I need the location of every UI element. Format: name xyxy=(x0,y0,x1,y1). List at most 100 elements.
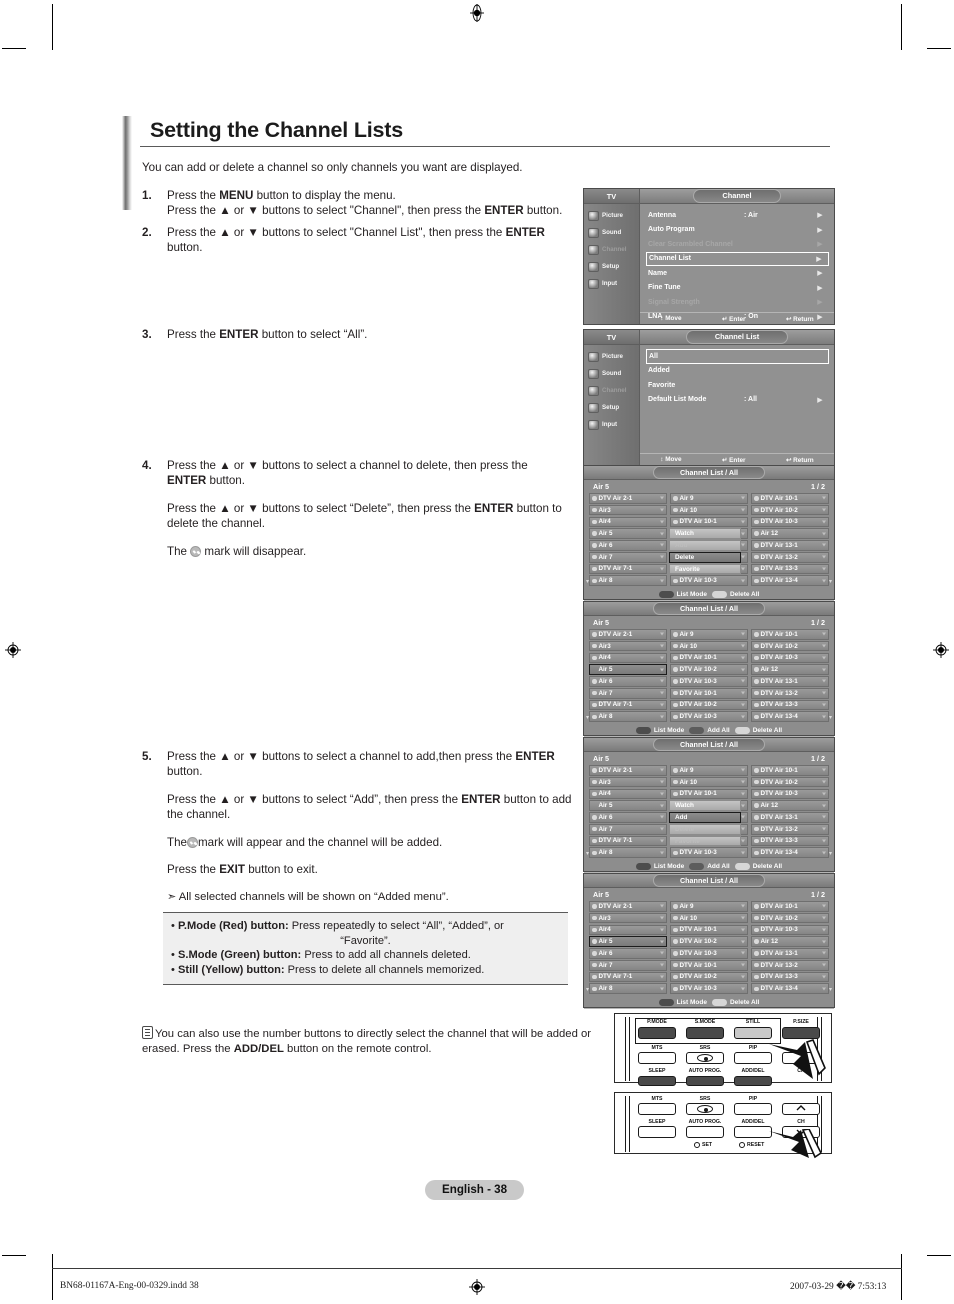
color-button-list-mode[interactable]: List Mode xyxy=(635,863,684,870)
osd-sidebar-item-input[interactable]: Input xyxy=(584,416,639,433)
channel-cell[interactable]: DTV Air 10-2 xyxy=(670,936,748,947)
scroll-down-icon-left[interactable]: ▾ xyxy=(586,578,589,585)
osd-menu-row[interactable]: Added xyxy=(646,364,829,379)
channel-cell[interactable]: Air 12 xyxy=(751,936,829,947)
osd-sidebar-item-sound[interactable]: Sound xyxy=(584,224,639,241)
scroll-down-icon-right[interactable]: ▾ xyxy=(829,850,832,857)
channel-cell[interactable]: Air 7 xyxy=(589,959,667,971)
channel-cell[interactable]: DTV Air 13-1 xyxy=(751,948,829,959)
channel-cell[interactable]: DTV Air 13-4 xyxy=(751,711,829,723)
osd-menu-row[interactable]: Favorite xyxy=(646,378,829,393)
channel-cell[interactable]: DTV Air 10-1 xyxy=(670,652,748,664)
popup-item-add[interactable]: Add xyxy=(669,540,741,551)
remote-button-ch-up[interactable] xyxy=(782,1103,820,1115)
channel-cell[interactable]: Air 6 xyxy=(589,812,667,823)
popup-item-watch[interactable]: Watch xyxy=(669,800,741,811)
channel-cell[interactable]: DTV Air 10-3 xyxy=(751,924,829,936)
channel-cell[interactable]: Air 10 xyxy=(670,912,748,924)
channel-cell[interactable]: Air4 xyxy=(589,652,667,664)
channel-cell[interactable]: DTV Air 10-1 xyxy=(670,516,748,528)
channel-cell[interactable]: Air 7 xyxy=(589,687,667,699)
channel-cell[interactable]: DTV Air 13-4 xyxy=(751,983,829,995)
remote-button-mts[interactable] xyxy=(638,1103,676,1115)
channel-cell[interactable]: DTV Air 10-3 xyxy=(751,516,829,528)
channel-cell[interactable]: DTV Air 10-1 xyxy=(670,687,748,699)
color-button-delete-all[interactable]: Delete All xyxy=(734,727,782,734)
channel-cell[interactable]: Air3 xyxy=(589,776,667,788)
channel-cell[interactable]: DTV Air 13-4 xyxy=(751,847,829,859)
color-button-add-all[interactable]: Add All xyxy=(689,863,730,870)
channel-cell[interactable]: Air 7 xyxy=(589,823,667,835)
channel-cell[interactable]: DTV Air 10-2 xyxy=(751,776,829,788)
channel-cell[interactable]: DTV Air 13-2 xyxy=(751,687,829,699)
channel-cell[interactable]: DTV Air 10-2 xyxy=(751,640,829,652)
popup-item-favorite[interactable]: Favorite xyxy=(669,835,741,847)
channel-cell[interactable]: Air 6 xyxy=(589,540,667,551)
channel-cell[interactable]: Air 9 xyxy=(670,901,748,912)
channel-cell[interactable]: DTV Air 13-3 xyxy=(751,563,829,575)
channel-cell[interactable]: DTV Air 10-2 xyxy=(751,504,829,516)
osd-menu-row[interactable]: Name ▶ xyxy=(646,266,829,281)
channel-cell[interactable]: DTV Air 7-1 xyxy=(589,971,667,983)
color-button-add-all[interactable]: Add All xyxy=(689,727,730,734)
channel-cell[interactable]: DTV Air 2-1 xyxy=(589,629,667,640)
color-button-delete-all[interactable]: Delete All xyxy=(734,863,782,870)
channel-cell[interactable]: Air 10 xyxy=(670,640,748,652)
osd-menu-row[interactable]: Clear Scrambled Channel ▶ xyxy=(646,237,829,252)
channel-cell[interactable]: DTV Air 10-2 xyxy=(670,699,748,711)
osd-menu-row[interactable]: Fine Tune ▶ xyxy=(646,281,829,296)
channel-cell[interactable]: DTV Air 10-2 xyxy=(670,664,748,675)
remote-button-pip[interactable] xyxy=(734,1103,772,1115)
channel-cell[interactable]: Air 8 xyxy=(589,983,667,995)
popup-item-add[interactable]: Add xyxy=(669,812,741,823)
osd-menu-row[interactable]: Antenna: Air ▶ xyxy=(646,208,829,223)
channel-cell[interactable]: DTV Air 10-1 xyxy=(751,629,829,640)
channel-cell[interactable]: Air 9 xyxy=(670,493,748,504)
channel-cell[interactable]: DTV Air 10-3 xyxy=(670,983,748,995)
osd-sidebar-item-input[interactable]: Input xyxy=(584,275,639,292)
osd-sidebar-item-picture[interactable]: Picture xyxy=(584,348,639,365)
channel-cell[interactable]: DTV Air 7-1 xyxy=(589,699,667,711)
channel-cell[interactable]: Air4 xyxy=(589,924,667,936)
osd-sidebar-item-setup[interactable]: Setup xyxy=(584,258,639,275)
color-button-list-mode[interactable]: List Mode xyxy=(658,999,707,1006)
channel-cell[interactable]: DTV Air 13-1 xyxy=(751,676,829,687)
channel-cell[interactable]: DTV Air 10-2 xyxy=(670,971,748,983)
channel-cell[interactable]: DTV Air 10-1 xyxy=(751,765,829,776)
popup-item-delete[interactable]: Delete xyxy=(669,551,741,563)
osd-sidebar-item-channel[interactable]: Channel xyxy=(584,241,639,258)
osd-sidebar-item-channel[interactable]: Channel xyxy=(584,382,639,399)
popup-item-favorite[interactable]: Favorite xyxy=(669,563,741,575)
osd-menu-row[interactable]: Auto Program ▶ xyxy=(646,223,829,238)
channel-cell[interactable]: DTV Air 13-3 xyxy=(751,699,829,711)
channel-cell[interactable]: DTV Air 10-1 xyxy=(670,788,748,800)
channel-cell[interactable]: DTV Air 7-1 xyxy=(589,835,667,847)
remote-button-sleep[interactable] xyxy=(638,1126,676,1138)
channel-cell[interactable]: DTV Air 10-1 xyxy=(751,493,829,504)
channel-cell[interactable]: DTV Air 10-3 xyxy=(751,652,829,664)
scroll-down-icon-left[interactable]: ▾ xyxy=(586,714,589,721)
channel-cell[interactable]: DTV Air 10-3 xyxy=(670,575,748,587)
channel-cell[interactable]: DTV Air 13-1 xyxy=(751,540,829,551)
channel-cell[interactable]: Air 5 xyxy=(589,936,667,947)
channel-cell[interactable]: DTV Air 13-4 xyxy=(751,575,829,587)
popup-item-watch[interactable]: Watch xyxy=(669,528,741,539)
channel-cell[interactable]: Air 8 xyxy=(589,847,667,859)
popup-item-delete[interactable]: Delete xyxy=(669,823,741,835)
scroll-down-icon-right[interactable]: ▾ xyxy=(829,986,832,993)
osd-sidebar-item-picture[interactable]: Picture xyxy=(584,207,639,224)
channel-cell[interactable]: DTV Air 10-3 xyxy=(670,847,748,859)
channel-cell[interactable]: DTV Air 10-1 xyxy=(670,924,748,936)
channel-cell[interactable]: Air 7 xyxy=(589,551,667,563)
color-button-list-mode[interactable]: List Mode xyxy=(658,591,707,598)
channel-cell[interactable]: Air 6 xyxy=(589,676,667,687)
remote-button-smode[interactable] xyxy=(686,1027,724,1039)
channel-cell[interactable]: Air 12 xyxy=(751,664,829,675)
remote-button-mts[interactable] xyxy=(638,1052,676,1064)
channel-cell[interactable]: DTV Air 10-3 xyxy=(751,788,829,800)
channel-cell[interactable]: Air4 xyxy=(589,788,667,800)
channel-cell[interactable]: Air 10 xyxy=(670,776,748,788)
osd-menu-row[interactable]: All xyxy=(646,349,829,364)
channel-cell[interactable]: Air 8 xyxy=(589,575,667,587)
channel-cell[interactable]: DTV Air 13-3 xyxy=(751,835,829,847)
